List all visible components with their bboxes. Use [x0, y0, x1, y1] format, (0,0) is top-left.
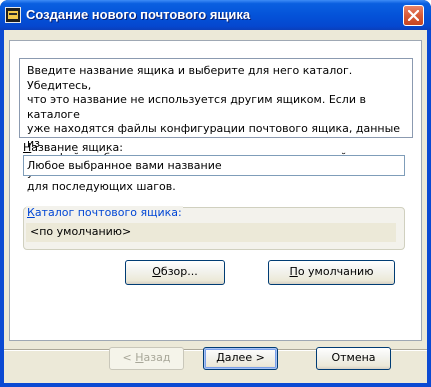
- back-button-mnemonic: Н: [135, 351, 144, 364]
- next-button[interactable]: Далее >: [203, 347, 278, 370]
- cancel-button[interactable]: Отмена: [316, 347, 391, 370]
- directory-field: <по умолчанию>: [26, 223, 396, 242]
- mailbox-app-icon: [5, 7, 21, 23]
- browse-button-label: Обзор...: [126, 265, 224, 278]
- back-button-label: < Назад: [110, 351, 183, 364]
- close-button[interactable]: [403, 5, 424, 26]
- mailbox-name-label-text: азвание ящика:: [31, 141, 123, 154]
- default-button-mnemonic: П: [289, 265, 298, 278]
- browse-button-mnemonic: О: [152, 265, 161, 278]
- window-title: Создание нового почтового ящика: [26, 7, 251, 22]
- content-panel: Введите название ящика и выберите для не…: [9, 40, 422, 341]
- back-button[interactable]: < Назад: [109, 347, 184, 370]
- directory-legend-mnemonic: К: [27, 206, 35, 219]
- instructions-box: Введите название ящика и выберите для не…: [19, 58, 413, 193]
- back-button-text: азад: [143, 351, 171, 364]
- directory-legend: Каталог почтового ящика:: [26, 206, 183, 219]
- directory-legend-text: аталог почтового ящика:: [34, 206, 182, 219]
- title-bar[interactable]: Создание нового почтового ящика: [0, 0, 431, 30]
- default-button-label: По умолчанию: [269, 265, 394, 278]
- dialog-client-area: Введите название ящика и выберите для не…: [4, 30, 427, 383]
- browse-button-text: бзор...: [160, 265, 198, 278]
- default-button[interactable]: По умолчанию: [268, 260, 395, 285]
- directory-group: Каталог почтового ящика: <по умолчанию>: [23, 206, 405, 250]
- mailbox-name-input[interactable]: [24, 157, 397, 174]
- browse-button[interactable]: Обзор...: [125, 260, 225, 285]
- window-frame-bottom: [0, 383, 431, 387]
- default-button-text: о умолчанию: [297, 265, 374, 278]
- mailbox-name-field[interactable]: [23, 155, 405, 176]
- dialog-window: Создание нового почтового ящика Введите …: [0, 0, 431, 387]
- next-button-mnemonic: Д: [216, 351, 225, 364]
- mailbox-name-label: Название ящика:: [23, 141, 123, 154]
- window-frame-right: [427, 30, 431, 387]
- cancel-button-label: Отмена: [331, 351, 376, 364]
- next-button-label: Далее >: [204, 351, 277, 364]
- next-button-text: алее >: [224, 351, 265, 364]
- back-button-prefix: <: [122, 351, 136, 364]
- directory-value: <по умолчанию>: [30, 225, 132, 238]
